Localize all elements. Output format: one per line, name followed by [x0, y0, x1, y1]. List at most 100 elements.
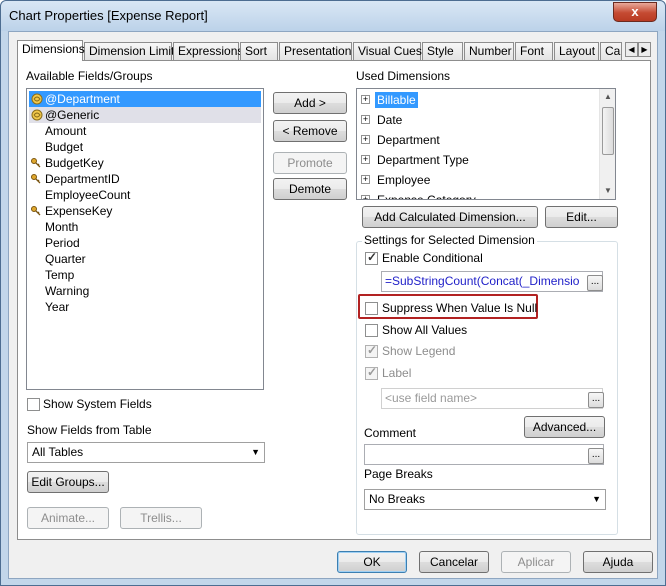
expand-icon[interactable]: + — [361, 175, 370, 184]
comment-ellipsis-button[interactable]: ... — [588, 448, 604, 464]
tab-visual-cues[interactable]: Visual Cues — [353, 42, 422, 60]
key-icon — [31, 206, 41, 216]
show-legend-checkbox[interactable] — [365, 343, 378, 358]
show-legend-label: Show Legend — [382, 344, 456, 358]
expand-icon[interactable]: + — [361, 95, 370, 104]
title-bar[interactable]: Chart Properties [Expense Report] x — [1, 1, 665, 31]
list-item[interactable]: + Employee — [359, 172, 599, 188]
show-all-values-label: Show All Values — [382, 323, 468, 337]
settings-groupbox-title: Settings for Selected Dimension — [362, 233, 537, 247]
list-item[interactable]: Year — [45, 299, 69, 315]
show-all-values-checkbox[interactable] — [365, 324, 378, 337]
used-dimensions-scrollbar[interactable]: ▲ ▼ — [599, 89, 615, 199]
used-dimensions-list[interactable]: + Billable + Date + Department + Departm… — [356, 88, 616, 200]
label-checkbox-label: Label — [382, 366, 412, 380]
comment-field[interactable] — [364, 444, 604, 465]
list-item[interactable]: Quarter — [45, 251, 86, 267]
expand-icon[interactable]: + — [361, 135, 370, 144]
used-dimensions-label: Used Dimensions — [356, 69, 451, 83]
scroll-thumb[interactable] — [602, 107, 614, 155]
close-icon: x — [631, 4, 639, 19]
help-button[interactable]: Ajuda — [583, 551, 653, 573]
ok-button[interactable]: OK — [337, 551, 407, 573]
tab-dimension-limits[interactable]: Dimension Limits — [84, 42, 180, 60]
expand-icon[interactable]: + — [361, 155, 370, 164]
list-item[interactable]: + Department Type — [359, 152, 599, 168]
enable-conditional-checkbox[interactable] — [365, 250, 378, 265]
expand-icon[interactable]: + — [361, 195, 370, 199]
add-calculated-dimension-button[interactable]: Add Calculated Dimension... — [362, 206, 538, 228]
promote-button[interactable]: Promote — [273, 152, 347, 174]
list-item[interactable]: EmployeeCount — [45, 187, 130, 203]
page-breaks-label: Page Breaks — [364, 467, 433, 481]
apply-button[interactable]: Aplicar — [501, 551, 571, 573]
page-breaks-dropdown[interactable]: No Breaks ▼ — [364, 489, 606, 510]
cancel-button[interactable]: Cancelar — [419, 551, 489, 573]
dialog-window: Chart Properties [Expense Report] x Dime… — [0, 0, 666, 586]
chevron-down-icon: ▼ — [592, 494, 601, 504]
chevron-down-icon: ▼ — [251, 447, 260, 457]
scroll-up-icon[interactable]: ▲ — [600, 89, 615, 105]
condition-formula-field[interactable]: =SubStringCount(Concat(_Dimensio — [381, 271, 603, 292]
edit-groups-button[interactable]: Edit Groups... — [27, 471, 109, 493]
dialog-client-area: Dimensions Dimension Limits Expressions … — [8, 31, 658, 579]
list-item[interactable]: + Date — [359, 112, 599, 128]
list-item[interactable]: BudgetKey — [29, 155, 104, 171]
tab-scroll-left-icon[interactable]: ◀ — [625, 42, 638, 57]
label-field[interactable]: <use field name> — [381, 388, 603, 409]
enable-conditional-label: Enable Conditional — [382, 251, 483, 265]
list-item[interactable]: @Department — [29, 91, 261, 107]
show-system-fields-label: Show System Fields — [43, 397, 152, 411]
available-fields-label: Available Fields/Groups — [26, 69, 153, 83]
tab-number[interactable]: Number — [464, 42, 514, 60]
available-fields-list[interactable]: @Department @Generic Amount Budget Budge… — [26, 88, 264, 390]
advanced-button[interactable]: Advanced... — [524, 416, 605, 438]
tab-expressions[interactable]: Expressions — [173, 42, 243, 60]
list-item[interactable]: + Billable — [359, 92, 599, 108]
close-button[interactable]: x — [613, 2, 657, 22]
add-button[interactable]: Add > — [273, 92, 347, 114]
key-icon — [31, 174, 41, 184]
suppress-null-checkbox[interactable] — [365, 302, 378, 315]
tab-dimensions[interactable]: Dimensions — [17, 40, 85, 61]
expand-icon[interactable]: + — [361, 115, 370, 124]
tab-font[interactable]: Font — [515, 42, 553, 60]
key-icon — [31, 158, 41, 168]
remove-button[interactable]: < Remove — [273, 120, 347, 142]
label-checkbox[interactable] — [365, 365, 378, 380]
tab-caption[interactable]: Cap — [600, 42, 622, 60]
list-item[interactable]: @Generic — [29, 107, 261, 123]
list-item[interactable]: Amount — [45, 123, 86, 139]
tab-scroll-right-icon[interactable]: ▶ — [638, 42, 651, 57]
tab-sort[interactable]: Sort — [240, 42, 278, 60]
label-ellipsis-button[interactable]: ... — [588, 392, 604, 408]
tab-layout[interactable]: Layout — [554, 42, 599, 60]
list-item[interactable]: + Department — [359, 132, 599, 148]
window-title: Chart Properties [Expense Report] — [9, 8, 208, 23]
table-dropdown[interactable]: All Tables ▼ — [27, 442, 265, 463]
condition-ellipsis-button[interactable]: ... — [587, 275, 603, 291]
list-item[interactable]: Month — [45, 219, 78, 235]
suppress-null-label: Suppress When Value Is Null — [382, 301, 538, 315]
list-item[interactable]: DepartmentID — [29, 171, 120, 187]
demote-button[interactable]: Demote — [273, 178, 347, 200]
group-icon — [31, 109, 43, 121]
list-item[interactable]: ExpenseKey — [29, 203, 112, 219]
tab-strip: Dimensions Dimension Limits Expressions … — [17, 40, 651, 61]
group-icon — [31, 93, 43, 105]
trellis-button[interactable]: Trellis... — [120, 507, 202, 529]
animate-button[interactable]: Animate... — [27, 507, 109, 529]
list-item[interactable]: Period — [45, 235, 80, 251]
list-item[interactable]: Warning — [45, 283, 89, 299]
scroll-down-icon[interactable]: ▼ — [600, 183, 615, 199]
show-system-fields-checkbox[interactable] — [27, 398, 40, 411]
list-item[interactable]: Temp — [45, 267, 74, 283]
edit-dimension-button[interactable]: Edit... — [545, 206, 618, 228]
list-item[interactable]: Budget — [45, 139, 83, 155]
tab-presentation[interactable]: Presentation — [279, 42, 352, 60]
tab-style[interactable]: Style — [422, 42, 463, 60]
list-item[interactable]: + Expense Category — [359, 192, 599, 199]
dimensions-panel: Available Fields/Groups @Department @Gen… — [17, 60, 651, 540]
show-fields-from-table-label: Show Fields from Table — [27, 423, 152, 437]
comment-label: Comment — [364, 426, 417, 440]
